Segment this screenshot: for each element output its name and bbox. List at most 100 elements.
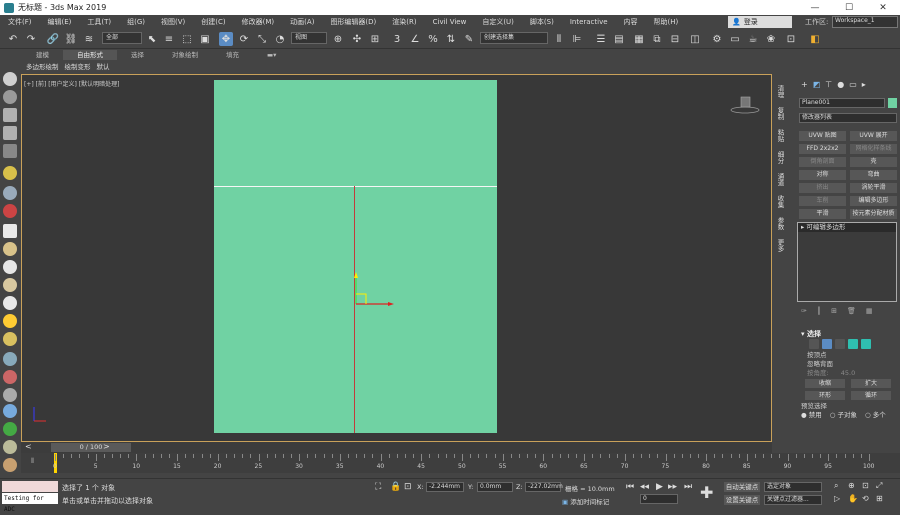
reference-coord-select[interactable]: 视图 <box>291 32 327 44</box>
pan-icon[interactable]: ✋ <box>848 494 858 503</box>
menu-rendering[interactable]: 渲染(R) <box>384 17 424 27</box>
menu-civil-view[interactable]: Civil View <box>425 18 475 26</box>
modifier-button[interactable]: 编辑多边形 <box>850 196 897 206</box>
viewport-front[interactable]: [+] [前] [用户定义] [默认明暗处理] <box>21 74 772 442</box>
by-angle-value[interactable]: 45.0 <box>841 369 855 377</box>
vertex-level-icon[interactable] <box>809 339 819 349</box>
make-unique-icon[interactable]: ⊞ <box>831 307 837 317</box>
snap-toggle-icon[interactable]: 3 <box>390 32 404 46</box>
add-time-tag-button[interactable]: ▣ 添加时间标记 <box>562 496 609 506</box>
login-button[interactable]: 👤 登录 <box>728 16 792 28</box>
menu-content[interactable]: 内容 <box>616 17 646 27</box>
place-icon[interactable]: ◔ <box>273 32 287 46</box>
tab-params[interactable]: 参数 <box>775 212 785 234</box>
create-geometry-icon[interactable] <box>3 72 17 86</box>
bind-space-warp-icon[interactable]: ≋ <box>82 32 96 46</box>
maxscript-listener-input[interactable] <box>2 481 58 492</box>
ring-button[interactable]: 环形 <box>805 391 845 400</box>
ribbon-tab-selection[interactable]: 选择 <box>117 50 158 60</box>
minimize-button[interactable]: — <box>798 0 832 15</box>
window-crossing-icon[interactable]: ▣ <box>198 32 212 46</box>
close-button[interactable]: ✕ <box>866 0 900 15</box>
render-online-icon[interactable]: ⊡ <box>784 32 798 46</box>
lock-icon[interactable]: 🔒 <box>390 482 401 492</box>
modifier-button[interactable]: UVW 展开 <box>850 131 897 141</box>
configure-sets-icon[interactable]: ▦ <box>866 307 873 317</box>
modifier-button[interactable]: 平滑 <box>799 209 846 219</box>
redo-icon[interactable]: ↷ <box>24 32 38 46</box>
maximize-viewport-icon[interactable]: ⊞ <box>876 494 883 503</box>
curve-editor-icon[interactable]: ⧉ <box>650 32 664 46</box>
walk-icon[interactable] <box>3 458 17 472</box>
by-vertex-checkbox[interactable]: 按顶点 <box>795 351 900 360</box>
preview-multi-radio[interactable]: ○ 多个 <box>865 411 886 420</box>
utilities-tab-icon[interactable]: ▸ <box>862 80 866 89</box>
stack-item-editable-poly[interactable]: ▸ 可编辑多边形 <box>798 223 896 232</box>
motion-tab-icon[interactable]: ● <box>837 80 844 89</box>
ribbon-tab-modeling[interactable]: 建模 <box>22 50 63 60</box>
torus-primitive-icon[interactable] <box>3 296 17 310</box>
menu-file[interactable]: 文件(F) <box>0 17 40 27</box>
systems-icon[interactable] <box>3 204 17 218</box>
particle-icon[interactable] <box>3 352 17 366</box>
menu-group[interactable]: 组(G) <box>119 17 153 27</box>
ribbon-sub-default[interactable]: 默认 <box>97 61 110 71</box>
selection-filter-select[interactable]: 全部 <box>102 32 142 44</box>
hand-icon[interactable] <box>3 440 17 454</box>
preview-subobject-radio[interactable]: ○ 子对象 <box>830 411 857 420</box>
modifier-button[interactable]: 壳 <box>850 157 897 167</box>
workspace-select[interactable]: Workspace_1 <box>832 16 898 28</box>
unlink-icon[interactable]: ⛓ <box>64 32 78 46</box>
tab-paste[interactable]: 粘贴 <box>775 124 785 146</box>
border-level-icon[interactable] <box>835 339 845 349</box>
brush-icon[interactable] <box>3 370 17 384</box>
modifier-button[interactable]: UVW 贴图 <box>799 131 846 141</box>
slider-prev-icon[interactable]: < <box>25 442 32 451</box>
tab-subdivide[interactable]: 细分 <box>775 146 785 168</box>
abs-mode-icon[interactable]: ⊡ <box>404 482 412 492</box>
isolate-icon[interactable]: ⛶ <box>375 482 381 492</box>
move-icon[interactable]: ✥ <box>219 32 233 46</box>
foliage-icon[interactable] <box>3 422 17 436</box>
menu-interactive[interactable]: Interactive <box>562 18 616 26</box>
goto-start-icon[interactable]: ⏮ <box>626 482 634 492</box>
link-icon[interactable]: 🔗 <box>46 32 60 46</box>
tab-copy[interactable]: 复制 <box>775 102 785 124</box>
angle-snap-icon[interactable]: ∠ <box>408 32 422 46</box>
current-frame-field[interactable]: 0 <box>640 494 678 504</box>
cone-primitive-icon[interactable] <box>3 242 17 256</box>
display-tab-icon[interactable]: ▭ <box>849 80 857 89</box>
modifier-button[interactable]: 对称 <box>799 170 846 180</box>
create-shapes-icon[interactable] <box>3 90 17 104</box>
modifier-button[interactable]: 网格化样条线 <box>850 144 897 154</box>
y-coord-field[interactable]: 0.0mm <box>477 482 513 492</box>
ignore-backfacing-checkbox[interactable]: 忽略背面 <box>795 360 900 369</box>
shrink-button[interactable]: 收缩 <box>805 379 845 388</box>
element-level-icon[interactable] <box>861 339 871 349</box>
render-iterative-icon[interactable]: ❀ <box>764 32 778 46</box>
pivot-center-icon[interactable]: ⊕ <box>331 32 345 46</box>
remove-modifier-icon[interactable]: 🗑 <box>847 307 856 317</box>
select-object-icon[interactable]: ⬉ <box>145 32 159 46</box>
menu-tools[interactable]: 工具(T) <box>79 17 119 27</box>
undo-icon[interactable]: ↶ <box>6 32 20 46</box>
menu-graph-editors[interactable]: 图形编辑器(D) <box>322 17 384 27</box>
teapot-primitive-icon[interactable] <box>3 332 17 346</box>
layer-explorer-icon[interactable]: ▤ <box>612 32 626 46</box>
viewcube-icon[interactable] <box>730 95 760 115</box>
transform-gizmo[interactable] <box>350 268 396 318</box>
spinner-snap-icon[interactable]: ⇅ <box>444 32 458 46</box>
modifier-list-select[interactable]: 修改器列表 <box>799 113 897 123</box>
scene-explorer-icon[interactable]: ☰ <box>594 32 608 46</box>
selection-rollout-header[interactable]: ▾ 选择 <box>795 329 900 339</box>
modifier-button[interactable]: FFD 2x2x2 <box>799 144 846 154</box>
material-editor-icon[interactable]: ◫ <box>688 32 702 46</box>
object-name-field[interactable]: Plane001 <box>799 98 885 108</box>
ribbon-tab-populate[interactable]: 填充 <box>212 50 253 60</box>
menu-create[interactable]: 创建(C) <box>193 17 233 27</box>
create-tab-icon[interactable]: + <box>801 80 808 89</box>
zoom-all-icon[interactable]: ⊕ <box>848 481 855 490</box>
edit-named-selection-icon[interactable]: ✎ <box>462 32 476 46</box>
rotate-icon[interactable]: ⟳ <box>237 32 251 46</box>
object-color-swatch[interactable] <box>888 98 897 108</box>
